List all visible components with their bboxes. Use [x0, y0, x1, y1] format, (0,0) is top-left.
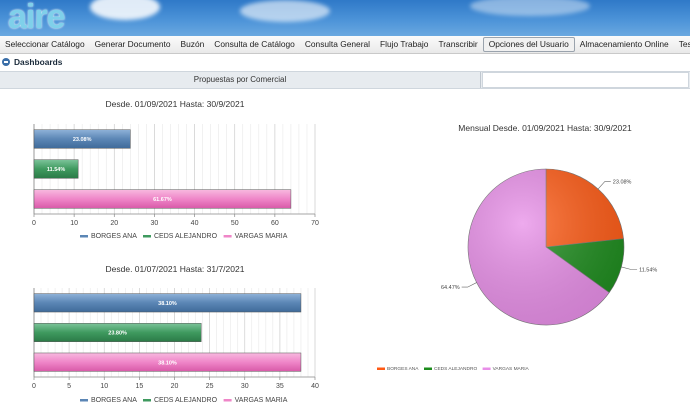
pie-slice-vargas-maria	[467, 168, 610, 326]
bar-borges-ana	[33, 129, 131, 149]
legend-label: BORGES ANA	[91, 233, 137, 240]
legend-swatch	[482, 367, 491, 370]
bar-data-label: 23.08%	[73, 137, 92, 143]
pie-slice-ceds-alejandro	[545, 238, 625, 294]
menu-item-generar[interactable]: Generar Documento	[90, 38, 176, 51]
tab-propuestas[interactable]: Propuestas por Comercial	[0, 72, 481, 88]
pie-slice-borges-ana	[545, 168, 624, 248]
bar-ceds-alejandro	[33, 323, 202, 342]
x-tick-label: 10	[100, 383, 108, 390]
bar-data-label: 23.80%	[108, 331, 127, 337]
pie-data-label: 64.47%	[441, 285, 460, 291]
x-tick-label: 0	[32, 220, 36, 227]
bar-data-label: 38.10%	[158, 360, 177, 366]
x-tick-label: 15	[135, 383, 143, 390]
menu-item-buzon[interactable]: Buzón	[176, 38, 210, 51]
legend-label: CEDS ALEJANDRO	[434, 366, 477, 372]
legend-label: BORGES ANA	[91, 397, 137, 404]
pie-chart: Mensual Desde. 01/09/2021 Hasta: 30/9/20…	[377, 123, 657, 372]
legend-swatch	[143, 399, 151, 402]
legend-label: CEDS ALEJANDRO	[154, 397, 218, 404]
header-banner: aire	[0, 0, 690, 36]
pie-leader-line	[621, 266, 638, 270]
x-tick-label: 30	[151, 220, 159, 227]
pie-leader-line	[461, 282, 477, 288]
menu-item-almacenamiento[interactable]: Almacenamiento Online	[575, 38, 674, 51]
bar-ceds-alejandro	[33, 159, 79, 179]
dashboard-icon	[2, 58, 10, 66]
x-tick-label: 70	[311, 220, 319, 227]
legend-swatch	[424, 367, 432, 370]
legend-label: CEDS ALEJANDRO	[154, 233, 218, 240]
pie-shading	[468, 169, 624, 325]
legend-label: VARGAS MARIA	[235, 233, 288, 240]
bar-borges-ana	[33, 293, 302, 313]
breadcrumb: Dashboards	[0, 54, 690, 70]
cloud-decoration	[470, 0, 590, 16]
legend-swatch	[377, 367, 385, 370]
legend-label: VARGAS MARIA	[235, 397, 288, 404]
x-tick-label: 35	[276, 383, 284, 390]
menu-item-seleccionar[interactable]: Seleccionar Catálogo	[0, 38, 90, 51]
bar-vargas-maria	[33, 352, 302, 372]
bar-data-label: 38.10%	[158, 301, 177, 307]
legend-swatch	[223, 235, 232, 238]
x-tick-label: 30	[241, 383, 249, 390]
x-tick-label: 25	[206, 383, 214, 390]
main-menu: Seleccionar Catálogo Generar Documento Buz…	[0, 36, 690, 54]
x-tick-label: 5	[67, 383, 71, 390]
legend-label: BORGES ANA	[387, 366, 419, 372]
menu-item-opciones[interactable]: Opciones del Usuario	[482, 37, 575, 52]
legend-swatch	[80, 235, 88, 238]
bar-chart-2: Desde. 01/07/2021 Hasta: 31/7/2021 0 5 10 15…	[32, 264, 319, 404]
tab-empty-area	[482, 72, 689, 88]
x-tick-label: 40	[311, 383, 319, 390]
bar-data-label: 61.67%	[153, 197, 172, 203]
pie-data-label: 11.54%	[639, 267, 657, 273]
bar-chart-1: Desde. 01/09/2021 Hasta: 30/9/2021 0 10 20 3…	[32, 99, 319, 240]
pie-data-label: 23.08%	[613, 180, 632, 186]
tab-bar: Propuestas por Comercial	[0, 71, 690, 89]
x-tick-label: 20	[110, 220, 118, 227]
menu-item-transcribir[interactable]: Transcribir	[433, 38, 482, 51]
app-logo: aire	[8, 0, 65, 36]
chart-title: Mensual Desde. 01/09/2021 Hasta: 30/9/20…	[458, 123, 632, 133]
cloud-decoration	[90, 0, 160, 20]
menu-item-flujo[interactable]: Flujo Trabajo	[375, 38, 433, 51]
menu-item-consulta-catalogo[interactable]: Consulta de Catálogo	[209, 38, 300, 51]
x-tick-label: 10	[70, 220, 78, 227]
x-tick-label: 40	[191, 220, 199, 227]
x-tick-label: 20	[171, 383, 179, 390]
chart-title: Desde. 01/09/2021 Hasta: 30/9/2021	[106, 99, 245, 109]
menu-item-tesauro[interactable]: Tesauro	[674, 38, 690, 51]
legend-swatch	[143, 235, 151, 238]
x-tick-label: 0	[32, 383, 36, 390]
bar-data-label: 11.54%	[47, 167, 65, 173]
legend-label: VARGAS MARIA	[493, 366, 530, 372]
legend-swatch	[80, 399, 88, 402]
cloud-decoration	[240, 0, 330, 22]
pie-leader-line	[597, 181, 611, 190]
x-tick-label: 50	[231, 220, 239, 227]
chart-title: Desde. 01/07/2021 Hasta: 31/7/2021	[106, 264, 245, 274]
menu-item-consulta-general[interactable]: Consulta General	[300, 38, 375, 51]
page-title: Dashboards	[14, 57, 63, 67]
bar-vargas-maria	[33, 189, 292, 209]
x-tick-label: 60	[271, 220, 279, 227]
legend-swatch	[223, 399, 232, 402]
